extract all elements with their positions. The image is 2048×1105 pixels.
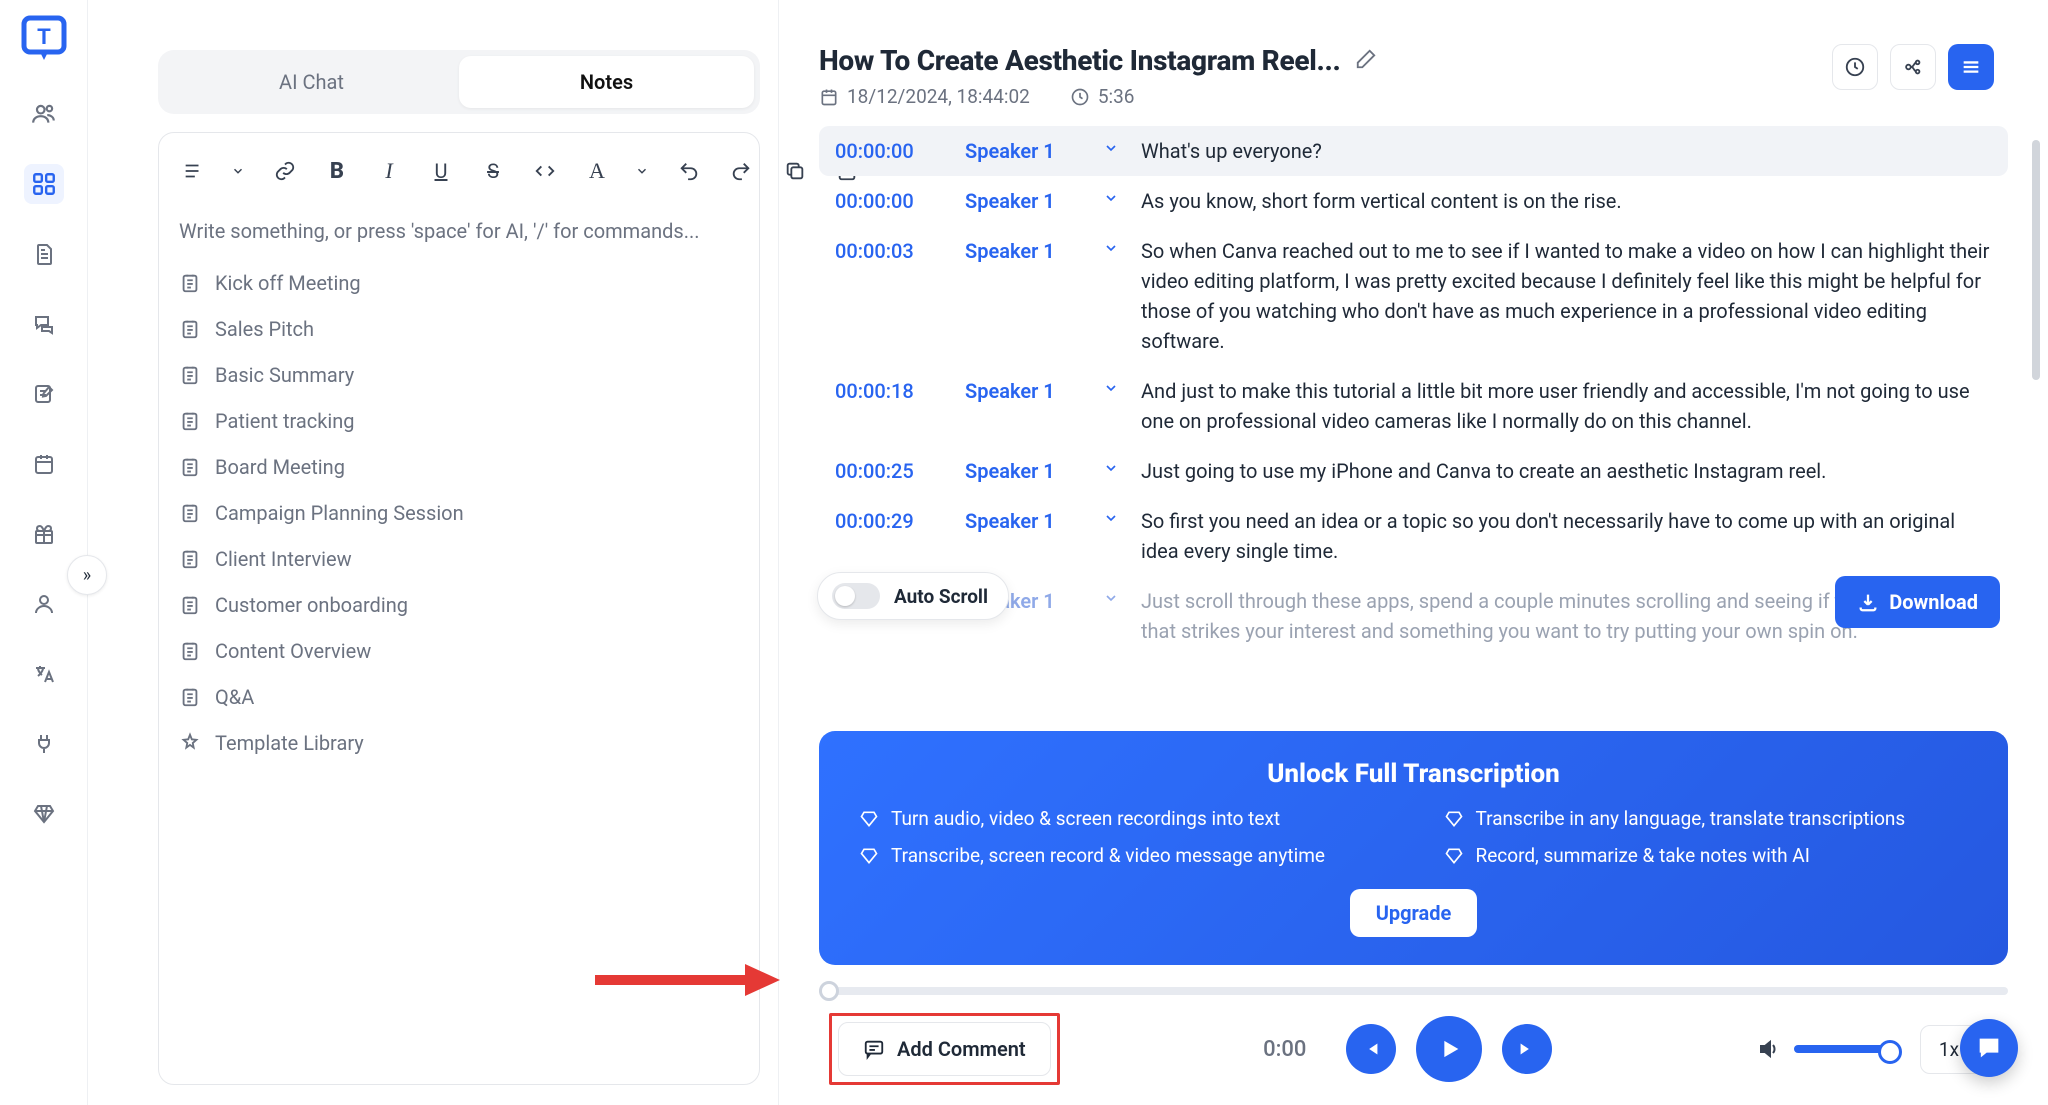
- code-icon[interactable]: [531, 157, 559, 185]
- transcript-line[interactable]: 00:00:03Speaker 1So when Canva reached o…: [819, 226, 2008, 366]
- annotation-arrow: [595, 960, 785, 1000]
- editor-card: B I U S A: [158, 132, 760, 1085]
- template-item[interactable]: Content Overview: [179, 639, 739, 663]
- paragraph-menu-icon[interactable]: [179, 157, 207, 185]
- tab-notes[interactable]: Notes: [459, 56, 754, 108]
- link-icon[interactable]: [271, 157, 299, 185]
- bold-icon[interactable]: B: [323, 157, 351, 185]
- add-comment-button[interactable]: Add Comment: [838, 1022, 1051, 1076]
- page-title: How To Create Aesthetic Instagram Reel..…: [819, 44, 1341, 77]
- unlock-feature: Transcribe in any language, translate tr…: [1444, 807, 1969, 830]
- template-item[interactable]: Basic Summary: [179, 363, 739, 387]
- history-button[interactable]: [1832, 44, 1878, 90]
- transcript-line[interactable]: 00:00:25Speaker 1Just going to use my iP…: [819, 446, 2008, 496]
- unlock-feature: Transcribe, screen record & video messag…: [859, 844, 1384, 867]
- transcript-line[interactable]: 00:00:29Speaker 1So first you need an id…: [819, 496, 2008, 576]
- editor-toolbar: B I U S A: [179, 151, 739, 191]
- translate-icon[interactable]: [24, 654, 64, 694]
- toggle-switch[interactable]: [832, 583, 880, 609]
- editor-placeholder[interactable]: Write something, or press 'space' for AI…: [179, 219, 739, 243]
- template-item[interactable]: Sales Pitch: [179, 317, 739, 341]
- app-logo[interactable]: T: [18, 12, 70, 64]
- progress-handle[interactable]: [819, 981, 839, 1001]
- unlock-title: Unlock Full Transcription: [859, 759, 1968, 789]
- template-item[interactable]: Board Meeting: [179, 455, 739, 479]
- template-item[interactable]: Campaign Planning Session: [179, 501, 739, 525]
- tab-ai-chat[interactable]: AI Chat: [164, 56, 459, 108]
- date-meta: 18/12/2024, 18:44:02: [819, 85, 1030, 108]
- unlock-banner: Unlock Full Transcription Turn audio, vi…: [819, 731, 2008, 965]
- template-item[interactable]: Q&A: [179, 685, 739, 709]
- diamond-icon[interactable]: [24, 794, 64, 834]
- nav-rail: T »: [0, 0, 88, 1105]
- plug-icon[interactable]: [24, 724, 64, 764]
- auto-scroll-label: Auto Scroll: [894, 585, 988, 608]
- upgrade-button[interactable]: Upgrade: [1350, 889, 1478, 937]
- document-icon[interactable]: [24, 234, 64, 274]
- transcript-line[interactable]: 00:00:00Speaker 1As you know, short form…: [819, 176, 2008, 226]
- volume-control[interactable]: [1756, 1037, 1894, 1061]
- next-button[interactable]: [1502, 1024, 1552, 1074]
- underline-icon[interactable]: U: [427, 157, 455, 185]
- undo-icon[interactable]: [675, 157, 703, 185]
- help-chat-button[interactable]: [1960, 1019, 2018, 1077]
- add-comment-highlight: Add Comment: [829, 1013, 1060, 1085]
- chat-icon[interactable]: [24, 304, 64, 344]
- redo-icon[interactable]: [727, 157, 755, 185]
- profile-icon[interactable]: [24, 584, 64, 624]
- font-icon[interactable]: A: [583, 157, 611, 185]
- template-item[interactable]: Client Interview: [179, 547, 739, 571]
- unlock-feature: Record, summarize & take notes with AI: [1444, 844, 1969, 867]
- notes-icon[interactable]: [24, 374, 64, 414]
- prev-button[interactable]: [1346, 1024, 1396, 1074]
- template-list: Kick off Meeting Sales Pitch Basic Summary…: [179, 271, 739, 755]
- transcript-line[interactable]: 00:00:00Speaker 1What's up everyone?: [819, 126, 2008, 176]
- people-icon[interactable]: [24, 94, 64, 134]
- template-item[interactable]: Customer onboarding: [179, 593, 739, 617]
- download-button[interactable]: Download: [1835, 576, 2000, 628]
- strikethrough-icon[interactable]: S: [479, 157, 507, 185]
- italic-icon[interactable]: I: [375, 157, 403, 185]
- expand-sidebar-button[interactable]: »: [67, 555, 107, 595]
- template-item[interactable]: Template Library: [179, 731, 739, 755]
- duration-meta: 5:36: [1070, 85, 1135, 108]
- menu-button[interactable]: [1948, 44, 1994, 90]
- current-time: 0:00: [1263, 1037, 1306, 1062]
- gift-icon[interactable]: [24, 514, 64, 554]
- chevron-down-icon[interactable]: [635, 157, 649, 185]
- transcription-panel: How To Create Aesthetic Instagram Reel..…: [778, 0, 2048, 1105]
- calendar-icon[interactable]: [24, 444, 64, 484]
- progress-bar[interactable]: [819, 987, 2008, 995]
- scrollbar-thumb[interactable]: [2032, 140, 2040, 380]
- unlock-feature: Turn audio, video & screen recordings in…: [859, 807, 1384, 830]
- tabs: AI Chat Notes: [158, 50, 760, 114]
- edit-title-icon[interactable]: [1355, 48, 1377, 74]
- template-item[interactable]: Patient tracking: [179, 409, 739, 433]
- chevron-down-icon[interactable]: [231, 157, 245, 185]
- share-button[interactable]: [1890, 44, 1936, 90]
- transcript-line[interactable]: 00:00:18Speaker 1And just to make this t…: [819, 366, 2008, 446]
- template-item[interactable]: Kick off Meeting: [179, 271, 739, 295]
- svg-text:T: T: [37, 24, 51, 49]
- dashboard-icon[interactable]: [24, 164, 64, 204]
- auto-scroll-toggle[interactable]: Auto Scroll: [817, 572, 1009, 620]
- notes-panel: AI Chat Notes B I U S A: [88, 0, 778, 1105]
- play-button[interactable]: [1416, 1016, 1482, 1082]
